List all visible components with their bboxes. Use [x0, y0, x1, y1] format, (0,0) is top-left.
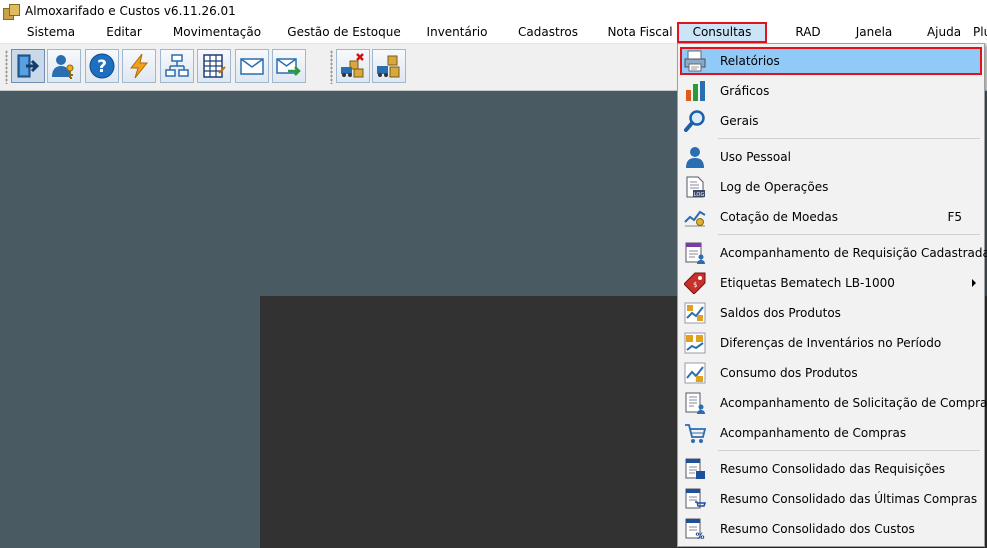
envelope-icon — [240, 58, 264, 75]
quick-action-button[interactable] — [122, 49, 156, 83]
menu-item-label: Gráficos — [720, 84, 770, 98]
menu-item-label: Acompanhamento de Solicitação de Compra — [720, 396, 987, 410]
menu-item-label: Relatórios — [720, 54, 780, 68]
menu-plugins[interactable]: Plu — [973, 22, 987, 43]
menu-inventario[interactable]: Inventário — [421, 22, 493, 43]
menu-item-gerais[interactable]: Gerais — [680, 107, 982, 135]
calculator-grid-icon — [203, 54, 226, 78]
menu-item-uso-pessoal[interactable]: Uso Pessoal — [680, 143, 982, 171]
boxes-app-icon — [3, 3, 20, 20]
bar-chart-icon — [686, 81, 705, 101]
menu-sistema[interactable]: Sistema — [18, 22, 84, 43]
currency-chart-icon — [684, 210, 706, 227]
send-mail-button[interactable] — [272, 49, 306, 83]
menu-item-acomp-requisicao[interactable]: Acompanhamento de Requisição Cadastrada — [680, 239, 987, 267]
magnifier-icon — [684, 110, 705, 132]
summary-purchases-icon — [685, 488, 706, 509]
menu-item-label: Acompanhamento de Compras — [720, 426, 907, 440]
menu-item-acomp-solicitacao-compra[interactable]: Acompanhamento de Solicitação de Compra — [680, 389, 987, 417]
menu-nota-fiscal[interactable]: Nota Fiscal — [603, 22, 677, 43]
menu-item-label: Resumo Consolidado das Requisições — [720, 462, 946, 476]
menu-item-label: Consumo dos Produtos — [720, 366, 858, 380]
menu-editar[interactable]: Editar — [97, 22, 151, 43]
menu-item-label: Diferenças de Inventários no Período — [720, 336, 942, 350]
menu-separator — [718, 138, 980, 139]
remove-shipment-button[interactable] — [336, 49, 370, 83]
toolbar-grip-2[interactable] — [330, 50, 333, 84]
menu-bar: Sistema Editar Movimentação Gestão de Es… — [0, 22, 987, 44]
exit-button[interactable] — [11, 49, 45, 83]
help-question-icon: ? — [89, 53, 115, 79]
menu-separator — [718, 234, 980, 235]
user-permissions-button[interactable] — [47, 49, 81, 83]
spreadsheet-button[interactable] — [197, 49, 231, 83]
menu-item-label: Acompanhamento de Requisição Cadastrada — [720, 246, 987, 260]
menu-item-etiquetas-bematech[interactable]: $ Etiquetas Bematech LB-1000 — [680, 269, 982, 297]
mail-button[interactable] — [235, 49, 269, 83]
price-tag-icon: $ — [684, 272, 706, 294]
menu-item-label: Cotação de Moedas — [720, 210, 839, 224]
menu-separator — [718, 450, 980, 451]
log-file-icon: LOG — [686, 176, 705, 198]
menu-item-acomp-compras[interactable]: Acompanhamento de Compras — [680, 419, 982, 447]
truck-boxes-icon — [377, 55, 400, 78]
menu-item-diferencas-inventarios[interactable]: Diferenças de Inventários no Período — [680, 329, 982, 357]
requisition-form-icon — [685, 242, 705, 264]
menu-item-relatorios[interactable]: Relatórios — [680, 47, 982, 75]
menu-item-shortcut: F5 — [947, 210, 962, 224]
menu-item-label: Resumo Consolidado dos Custos — [720, 522, 915, 536]
menu-item-graficos[interactable]: Gráficos — [680, 77, 982, 105]
menu-item-label: Uso Pessoal — [720, 150, 791, 164]
summary-requisitions-icon — [685, 458, 705, 479]
envelope-arrow-icon — [276, 58, 301, 76]
report-printer-icon — [684, 50, 706, 72]
window-title: Almoxarifado e Custos v6.11.26.01 — [25, 4, 236, 18]
svg-text:LOG: LOG — [694, 192, 705, 198]
menu-janela[interactable]: Janela — [848, 22, 900, 43]
svg-text:%: % — [695, 532, 704, 540]
svg-text:?: ? — [97, 57, 107, 77]
title-bar: Almoxarifado e Custos v6.11.26.01 — [0, 0, 987, 22]
shipment-button[interactable] — [372, 49, 406, 83]
submenu-arrow-icon — [972, 279, 976, 287]
summary-costs-icon: % — [685, 518, 705, 540]
menu-item-label: Gerais — [720, 114, 759, 128]
menu-item-label: Etiquetas Bematech LB-1000 — [720, 276, 895, 290]
menu-item-label: Log de Operações — [720, 180, 829, 194]
purchase-request-icon — [685, 392, 705, 414]
org-chart-icon — [165, 54, 189, 77]
truck-boxes-remove-icon — [341, 53, 364, 78]
menu-item-saldos-produtos[interactable]: Saldos dos Produtos — [680, 299, 982, 327]
menu-item-resumo-requisicoes[interactable]: Resumo Consolidado das Requisições — [680, 455, 982, 483]
structure-button[interactable] — [160, 49, 194, 83]
menu-item-resumo-custos[interactable]: % Resumo Consolidado dos Custos — [680, 515, 982, 543]
menu-item-label: Resumo Consolidado das Últimas Compras — [720, 492, 978, 506]
svg-text:$: $ — [693, 281, 697, 289]
user-key-icon — [52, 55, 74, 79]
person-icon — [686, 147, 704, 168]
menu-consultas[interactable]: Consultas — [677, 22, 767, 43]
menu-rad[interactable]: RAD — [786, 22, 830, 43]
menu-item-consumo-produtos[interactable]: Consumo dos Produtos — [680, 359, 982, 387]
menu-ajuda[interactable]: Ajuda — [922, 22, 966, 43]
help-button[interactable]: ? — [85, 49, 119, 83]
product-balance-icon — [684, 302, 706, 324]
menu-item-cotacao-moedas[interactable]: Cotação de Moedas F5 — [680, 203, 982, 231]
menu-movimentacao[interactable]: Movimentação — [166, 22, 268, 43]
toolbar-grip[interactable] — [5, 50, 8, 84]
exit-door-icon — [17, 54, 40, 78]
lightning-icon — [129, 53, 149, 79]
consumption-chart-icon — [684, 362, 706, 384]
menu-cadastros[interactable]: Cadastros — [512, 22, 584, 43]
consultas-dropdown-menu: Relatórios Gráficos Gerais Uso Pessoal L… — [677, 43, 987, 547]
menu-item-log-operacoes[interactable]: LOG Log de Operações — [680, 173, 982, 201]
menu-item-label: Saldos dos Produtos — [720, 306, 841, 320]
shopping-cart-icon — [685, 424, 706, 443]
menu-item-resumo-ultimas-compras[interactable]: Resumo Consolidado das Últimas Compras — [680, 485, 982, 513]
menu-gestao-estoque[interactable]: Gestão de Estoque — [285, 22, 403, 43]
inventory-difference-icon — [684, 332, 706, 354]
